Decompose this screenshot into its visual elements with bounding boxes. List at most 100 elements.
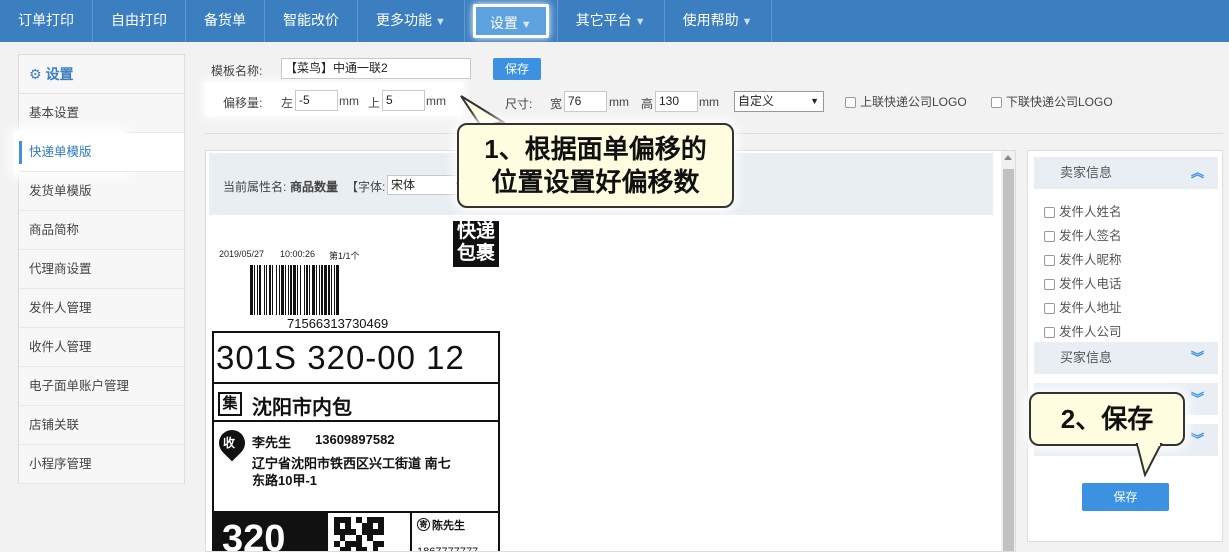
paper-size-select[interactable]: 自定义 ▼ [734, 91, 824, 112]
lower-logo-checkbox[interactable] [991, 97, 1002, 109]
scroll-up-icon[interactable] [1004, 155, 1012, 160]
size-height-unit: mm [699, 95, 719, 109]
sidebar-item[interactable]: 快递单模版 [19, 133, 184, 172]
callout-step1: 1、根据面单偏移的 位置设置好偏移数 [457, 123, 734, 208]
package-badge-line1: 快递 [456, 221, 495, 242]
size-width-unit: mm [609, 95, 629, 109]
frame-divider [410, 513, 412, 551]
sidebar-item[interactable]: 代理商设置 [19, 250, 184, 289]
offset-left-input[interactable]: -5 [295, 90, 338, 111]
pointer-joint [1138, 443, 1160, 446]
template-save-button[interactable]: 保存 [493, 58, 541, 80]
sidebar-item[interactable]: 小程序管理 [19, 445, 184, 484]
font-select[interactable]: 宋体 ▼ [387, 175, 467, 195]
seller-field-checkbox[interactable] [1044, 327, 1055, 339]
caret-down-icon: ▼ [520, 19, 532, 31]
chevron-down-icon[interactable]: ︾ [1191, 342, 1204, 374]
nav-item-label: 更多功能 ▼ [376, 12, 446, 28]
seller-field-option[interactable]: 发件人昵称 [1044, 249, 1122, 268]
seller-field-checkbox[interactable] [1044, 255, 1055, 267]
seller-field-option[interactable]: 发件人电话 [1044, 273, 1122, 292]
send-tag: 寄 [417, 518, 430, 531]
scroll-thumb[interactable] [1003, 169, 1014, 551]
sidebar-item[interactable]: 店铺关联 [19, 406, 184, 445]
lower-logo-option[interactable]: 下联快递公司LOGO [991, 93, 1113, 110]
callout-step1-line2: 位置设置好偏移数 [491, 167, 700, 197]
seller-field-label: 发件人公司 [1059, 325, 1122, 339]
seller-info-header[interactable]: 卖家信息 ︽ [1034, 157, 1218, 189]
nav-item-2[interactable]: 备货单 [186, 0, 265, 42]
upper-logo-checkbox[interactable] [845, 97, 856, 109]
gear-icon: ⚙ [29, 66, 42, 82]
waybill-time: 10:00:26 [280, 249, 316, 259]
sidebar-item[interactable]: 收件人管理 [19, 328, 184, 367]
buyer-info-title: 买家信息 [1060, 350, 1113, 365]
buyer-info-header[interactable]: 买家信息 ︾ [1034, 342, 1218, 374]
sort-code: 301S 320-00 12 [216, 339, 465, 376]
route-code: 320 [212, 513, 328, 551]
nav-item-text: 自由打印 [111, 12, 167, 28]
attr-font-label: 【字体: [346, 180, 386, 194]
sidebar-item[interactable]: 电子面单账户管理 [19, 367, 184, 406]
size-width-input[interactable]: 76 [564, 91, 607, 112]
waybill-page: 第1/1个 [329, 251, 360, 261]
tracking-number: 71566313730469 [287, 316, 389, 331]
offset-top-input[interactable]: 5 [382, 90, 425, 111]
sidebar-title: ⚙ 设置 [19, 55, 184, 94]
upper-logo-option[interactable]: 上联快递公司LOGO [845, 93, 967, 110]
nav-item-text: 智能改价 [283, 12, 339, 28]
recv-name: 李先生 [252, 435, 292, 450]
callout-pointer-shape [460, 95, 505, 128]
nav-item-label: 自由打印 [111, 12, 167, 28]
nav-item-5[interactable]: 设置 ▼ [465, 0, 558, 42]
preview-scrollbar[interactable] [1001, 151, 1015, 551]
nav-item-6[interactable]: 其它平台 ▼ [558, 0, 665, 42]
nav-item-7[interactable]: 使用帮助 ▼ [665, 0, 772, 42]
sidebar-item[interactable]: 商品简称 [19, 211, 184, 250]
seller-info-title: 卖家信息 [1060, 165, 1113, 180]
seller-field-option[interactable]: 发件人签名 [1044, 225, 1122, 244]
seller-field-label: 发件人签名 [1059, 229, 1122, 243]
size-height-label: 高 [641, 97, 654, 111]
settings-sidebar: ⚙ 设置 基本设置 快递单模版 发货单模版 商品简称 代理商设置 发件人管理 收件人管理 电子… [18, 54, 185, 484]
seller-field-option[interactable]: 发件人地址 [1044, 297, 1122, 316]
offset-label: 偏移量: [223, 96, 263, 110]
package-badge: 快递 包裹 [453, 221, 499, 267]
callout-step2: 2、保存 [1029, 392, 1185, 446]
sidebar-item[interactable]: 发货单模版 [19, 172, 184, 211]
offset-top-unit: mm [426, 94, 446, 108]
sender-phone: 1867777777 [417, 546, 479, 552]
nav-item-1[interactable]: 自由打印 [93, 0, 186, 42]
nav-item-label: 使用帮助 ▼ [683, 12, 753, 28]
nav-item-label: 其它平台 ▼ [576, 12, 646, 28]
recv-address-line2: 东路10甲-1 [252, 473, 318, 488]
save-button[interactable]: 保存 [1082, 483, 1169, 511]
nav-item-text: 设置 [489, 15, 518, 31]
attr-name: 商品数量 [290, 180, 339, 194]
upper-logo-label: 上联快递公司LOGO [860, 95, 967, 109]
barcode-bar [336, 265, 339, 315]
nav-item-0[interactable]: 订单打印 [0, 0, 93, 42]
nav-item-4[interactable]: 更多功能 ▼ [358, 0, 465, 42]
seller-field-option[interactable]: 发件人公司 [1044, 321, 1122, 340]
hub-name: 沈阳市内包 [252, 397, 352, 419]
nav-item-3[interactable]: 智能改价 [265, 0, 358, 42]
nav-item-label: 智能改价 [283, 12, 339, 28]
sidebar-item[interactable]: 基本设置 [19, 94, 184, 133]
seller-field-checkbox[interactable] [1044, 231, 1055, 243]
size-height-input[interactable]: 130 [655, 91, 698, 112]
size-width-label: 宽 [550, 97, 563, 111]
seller-field-checkbox[interactable] [1044, 303, 1055, 315]
chevron-down-icon[interactable]: ︾ [1191, 424, 1204, 456]
template-name-input[interactable]: 【菜鸟】中通一联2 [281, 58, 471, 79]
seller-field-checkbox[interactable] [1044, 279, 1055, 291]
seller-field-checkbox[interactable] [1044, 207, 1055, 219]
attr-prefix: 当前属性名: [223, 180, 287, 194]
sidebar-item[interactable]: 发件人管理 [19, 289, 184, 328]
sender-name: 陈先生 [432, 520, 465, 532]
callout-pointer-shape [1135, 443, 1163, 477]
nav-item-text: 其它平台 [575, 12, 632, 28]
seller-field-option[interactable]: 发件人姓名 [1044, 201, 1122, 220]
chevron-down-icon[interactable]: ︾ [1191, 383, 1204, 415]
chevron-up-icon[interactable]: ︽ [1191, 157, 1204, 189]
